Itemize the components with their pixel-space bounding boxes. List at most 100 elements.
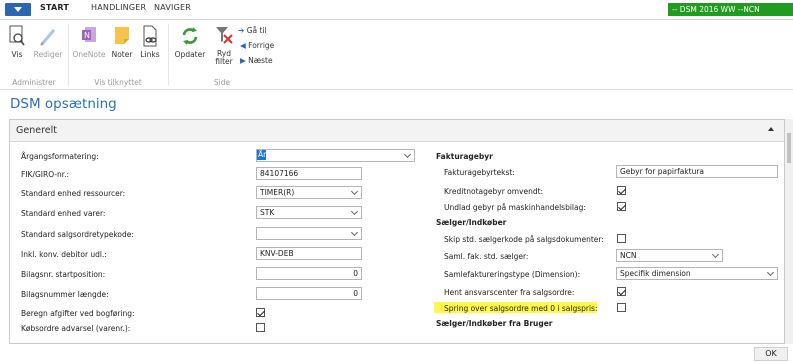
field-label: Købsordre advarsel (varenr.): bbox=[21, 324, 131, 333]
vertical-scrollbar[interactable] bbox=[785, 119, 793, 344]
rediger-label: Rediger bbox=[33, 50, 63, 59]
field-label: Standard enhed ressourcer: bbox=[21, 189, 126, 198]
tab-naviger[interactable]: NAVIGER bbox=[154, 3, 191, 12]
page-title: DSM opsætning bbox=[10, 96, 117, 112]
field-label: Samlefaktureringstype (Dimension): bbox=[444, 270, 581, 279]
opdater-button[interactable]: Opdater bbox=[172, 24, 208, 59]
refresh-icon bbox=[182, 27, 198, 45]
gaa-til-button[interactable]: ➔ Gå til bbox=[238, 26, 267, 35]
view-icon bbox=[9, 25, 25, 46]
links-button[interactable]: Links bbox=[137, 24, 163, 59]
onenote-icon: N bbox=[82, 27, 96, 42]
naeste-label: Næste bbox=[248, 56, 273, 65]
svg-text:N: N bbox=[84, 31, 90, 40]
tab-handlinger[interactable]: HANDLINGER bbox=[91, 3, 146, 12]
clear-filter-icon bbox=[216, 27, 233, 44]
chevron-down-icon bbox=[711, 250, 720, 259]
koebsordre-advarsel-checkbox[interactable] bbox=[256, 323, 265, 332]
noter-label: Noter bbox=[111, 50, 133, 59]
naeste-button[interactable]: ▶ Næste bbox=[240, 56, 273, 65]
triangle-right-icon: ▶ bbox=[240, 56, 246, 65]
field-label: Skip std. sælgerkode på salgsdokumenter: bbox=[444, 235, 604, 244]
field-label: Kreditnotagebyr omvendt: bbox=[444, 187, 544, 196]
ok-button[interactable]: OK bbox=[754, 347, 788, 361]
link-icon bbox=[143, 25, 157, 47]
group-vis-tilknyttet: Vis tilknyttet bbox=[94, 78, 142, 87]
ribbon-separator bbox=[168, 24, 169, 86]
chevron-down-icon bbox=[766, 268, 775, 277]
section-fakturagebyr: Fakturagebyr bbox=[436, 152, 493, 161]
undlad-gebyr-checkbox[interactable] bbox=[617, 202, 626, 211]
field-label: Hent ansvarscenter fra salgsordre: bbox=[444, 288, 575, 297]
ryd-filter-button[interactable]: Ryd filter bbox=[212, 24, 236, 66]
group-administrer: Administrer bbox=[12, 78, 56, 87]
aargangsformatering-select[interactable] bbox=[256, 149, 415, 162]
field-label: Standard enhed varer: bbox=[21, 209, 106, 218]
inkl-konv-debitor-input[interactable]: KNV-DEB bbox=[256, 247, 362, 260]
forrige-label: Forrige bbox=[248, 41, 275, 50]
arrow-right-icon: ➔ bbox=[238, 26, 245, 35]
collapse-chevron-icon[interactable] bbox=[768, 127, 774, 131]
beregn-afgifter-checkbox[interactable] bbox=[256, 308, 265, 317]
onenote-label: OneNote bbox=[72, 50, 106, 59]
standard-salgsordretypekode-select[interactable] bbox=[256, 227, 362, 240]
chevron-down-icon bbox=[350, 228, 359, 237]
ribbon-tab-bar: START HANDLINGER NAVIGER -- DSM 2016 WW … bbox=[0, 0, 793, 20]
saml-fak-std-saelger-value: NCN bbox=[620, 251, 637, 260]
field-label: Undlad gebyr på maskinhandelsbilag: bbox=[444, 203, 586, 212]
opdater-label: Opdater bbox=[174, 50, 206, 59]
page: START HANDLINGER NAVIGER -- DSM 2016 WW … bbox=[0, 0, 793, 362]
samlefaktureringstype-value: Specifik dimension bbox=[620, 269, 691, 278]
chevron-down-icon bbox=[350, 187, 359, 196]
ribbon: Vis Rediger Administrer N OneNote Noter … bbox=[0, 20, 793, 90]
edit-pencil-icon bbox=[40, 29, 56, 46]
onenote-button[interactable]: N OneNote bbox=[72, 24, 106, 59]
chevron-down-icon bbox=[350, 207, 359, 216]
noter-button[interactable]: Noter bbox=[109, 24, 135, 59]
field-label: Standard salgsordretypekode: bbox=[21, 230, 134, 239]
chevron-down-icon bbox=[403, 150, 412, 159]
standard-enhed-ressourcer-select[interactable]: TIMER(R) bbox=[256, 186, 362, 199]
field-label: Saml. fak. std. sælger: bbox=[444, 252, 529, 261]
samlefaktureringstype-select[interactable]: Specifik dimension bbox=[616, 267, 778, 280]
section-saelger-indkoeber-fra-bruger: Sælger/Indkøber fra Bruger bbox=[436, 319, 553, 328]
ribbon-separator bbox=[68, 24, 69, 86]
fasttab-header[interactable]: Generelt bbox=[10, 120, 784, 142]
vis-label: Vis bbox=[11, 50, 23, 59]
field-label: FIK/GIRO-nr.: bbox=[21, 170, 70, 179]
aargangsformatering-value: År bbox=[257, 150, 267, 160]
field-label: Fakturagebyrtekst: bbox=[444, 168, 515, 177]
bilagsnr-startposition-input[interactable]: 0 bbox=[256, 267, 362, 280]
field-label: Beregn afgifter ved bogføring: bbox=[21, 309, 135, 318]
company-badge: -- DSM 2016 WW --NCN bbox=[668, 3, 793, 16]
group-side: Side bbox=[213, 78, 231, 87]
tab-start[interactable]: START bbox=[40, 3, 69, 12]
spring-over-salgsordre-checkbox[interactable] bbox=[617, 303, 626, 312]
fik-giro-nr-input[interactable]: 84107166 bbox=[256, 167, 362, 180]
section-saelger-indkoeber: Sælger/Indkøber bbox=[436, 218, 507, 227]
scrollbar-thumb[interactable] bbox=[787, 133, 791, 163]
kreditnotagebyr-omvendt-checkbox[interactable] bbox=[617, 186, 626, 195]
note-icon bbox=[115, 27, 129, 44]
gaa-til-label: Gå til bbox=[246, 26, 267, 35]
saml-fak-std-saelger-select[interactable]: NCN bbox=[616, 249, 723, 262]
forrige-button[interactable]: ◀ Forrige bbox=[240, 41, 274, 50]
vis-button[interactable]: Vis bbox=[4, 24, 30, 59]
bilagsnummer-laengde-input[interactable]: 0 bbox=[256, 287, 362, 300]
fakturagebyrtekst-input[interactable]: Gebyr for papirfaktura bbox=[616, 165, 778, 178]
standard-enhed-ressourcer-value: TIMER(R) bbox=[260, 188, 295, 197]
standard-enhed-varer-value: STK bbox=[260, 208, 275, 217]
standard-enhed-varer-select[interactable]: STK bbox=[256, 206, 362, 219]
fasttab-title: Generelt bbox=[16, 125, 57, 136]
field-label: Bilagsnr. startposition: bbox=[21, 270, 106, 279]
links-label: Links bbox=[140, 50, 160, 59]
field-label: Inkl. konv. debitor udl.: bbox=[21, 250, 107, 259]
hent-ansvarscenter-checkbox[interactable] bbox=[617, 287, 626, 296]
ryd-filter-label: Ryd filter bbox=[215, 49, 233, 66]
rediger-button[interactable]: Rediger bbox=[32, 24, 64, 59]
field-label: Årgangsformatering: bbox=[21, 152, 99, 161]
field-label: Bilagsnummer længde: bbox=[21, 290, 109, 299]
skip-std-saelgerkode-checkbox[interactable] bbox=[617, 234, 626, 243]
field-label: Spring over salgsordre med 0 i salgspris… bbox=[444, 304, 598, 313]
application-menu-button[interactable] bbox=[5, 3, 31, 16]
